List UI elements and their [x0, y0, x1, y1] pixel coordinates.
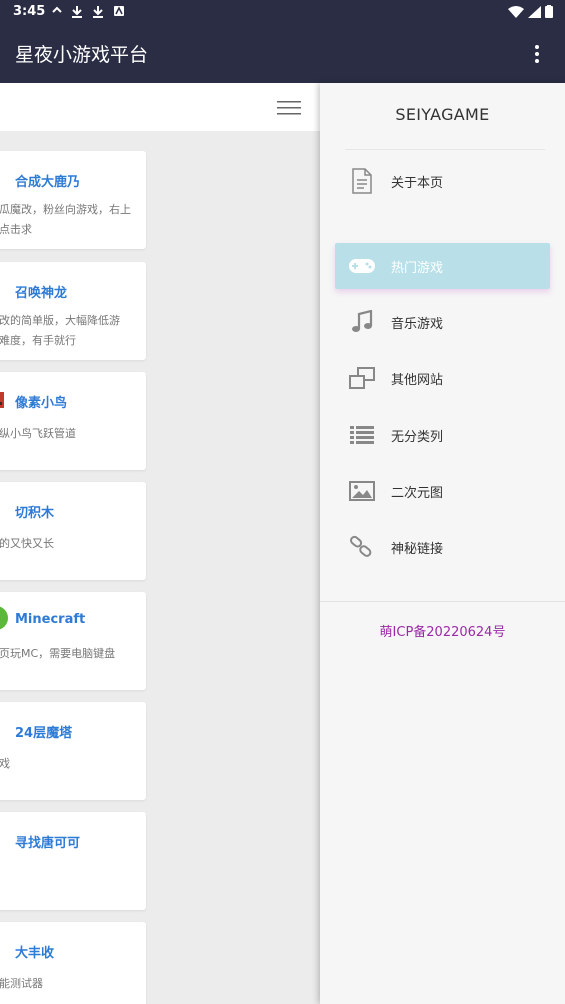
- drawer-item-label: 关于本页: [391, 175, 444, 191]
- game-desc: 性能测试器: [0, 977, 43, 990]
- game-title: 合成大鹿乃: [15, 175, 81, 190]
- game-card[interactable]: 召唤神龙 修改的简单版，大幅降低游 戏难度，有手就行: [0, 262, 146, 360]
- minecraft-icon: [0, 606, 8, 630]
- game-card[interactable]: 合成大鹿乃 西瓜魔改，粉丝向游戏，右上 角点击求: [0, 151, 146, 249]
- more-options-icon[interactable]: [527, 44, 547, 64]
- game-desc: 西瓜魔改，粉丝向游戏，右上 角点击求: [0, 203, 131, 236]
- game-card[interactable]: Minecraft 网页玩MC，需要电脑键盘: [0, 592, 146, 690]
- status-time: 3:45: [13, 4, 46, 19]
- download-icon: [93, 6, 103, 18]
- game-list: 合成大鹿乃 西瓜魔改，粉丝向游戏，右上 角点击求 召唤神龙 修改的简单版，大幅降…: [0, 83, 320, 1004]
- drawer-item-label: 无分类列: [391, 429, 444, 445]
- wifi-icon: [508, 5, 524, 18]
- app-title: 星夜小游戏平台: [15, 44, 149, 66]
- game-title: 寻找唐可可: [15, 836, 81, 851]
- navigation-drawer: SEIYAGAME 关于本页 热门游戏 音乐游戏 其他网站 无分类列 二次元图 …: [320, 83, 565, 1004]
- game-desc: 游戏: [0, 757, 10, 770]
- drawer-item-label: 热门游戏: [391, 260, 444, 276]
- game-title: 切积木: [15, 506, 55, 521]
- pixel-bird-icon: [0, 392, 4, 408]
- list-icon: [348, 421, 376, 449]
- game-desc: 网页玩MC，需要电脑键盘: [0, 647, 116, 660]
- game-card[interactable]: 24层魔塔 游戏: [0, 702, 146, 800]
- game-title: 像素小鸟: [15, 396, 68, 411]
- game-title: 大丰收: [15, 946, 55, 961]
- game-desc: 修改的简单版，大幅降低游 戏难度，有手就行: [0, 314, 120, 347]
- notification-arrow-icon: [52, 6, 62, 13]
- game-desc: 操纵小鸟飞跃管道: [0, 427, 76, 440]
- game-title: 召唤神龙: [15, 286, 68, 301]
- game-card[interactable]: 寻找唐可可: [0, 812, 146, 910]
- image-icon: [348, 477, 376, 505]
- drawer-title: SEIYAGAME: [395, 105, 490, 124]
- app-bar: 星夜小游戏平台: [0, 24, 565, 83]
- drawer-item-other-sites[interactable]: 其他网站: [335, 355, 550, 401]
- game-desc: 切的又快又长: [0, 537, 54, 550]
- top-strip: [0, 83, 320, 131]
- drawer-item-label: 二次元图: [391, 485, 444, 501]
- icp-footer-link[interactable]: 萌ICP备20220624号: [320, 621, 565, 640]
- windows-icon: [348, 364, 376, 392]
- app-notification-icon: [114, 6, 124, 16]
- status-notification-icons: [52, 5, 125, 18]
- gamepad-icon: [348, 252, 376, 280]
- game-title: 24层魔塔: [15, 726, 73, 741]
- game-card[interactable]: 切积木 切的又快又长: [0, 482, 146, 580]
- music-note-icon: [348, 308, 376, 336]
- drawer-item-label: 神秘链接: [391, 541, 444, 557]
- battery-icon: [545, 5, 553, 18]
- divider: [345, 149, 545, 150]
- drawer-item-label: 音乐游戏: [391, 316, 444, 332]
- menu-icon[interactable]: [277, 99, 302, 117]
- status-bar: 3:45: [0, 0, 565, 24]
- game-card[interactable]: 大丰收 性能测试器: [0, 922, 146, 1004]
- drawer-item-about[interactable]: 关于本页: [335, 158, 550, 204]
- document-icon: [348, 167, 376, 195]
- drawer-item-mystery-links[interactable]: 神秘链接: [335, 524, 550, 570]
- game-card[interactable]: 像素小鸟 操纵小鸟飞跃管道: [0, 372, 146, 470]
- drawer-item-uncategorized[interactable]: 无分类列: [335, 412, 550, 458]
- link-icon: [348, 533, 376, 561]
- divider: [320, 601, 565, 602]
- signal-icon: [528, 5, 541, 18]
- download-icon: [72, 6, 82, 18]
- drawer-item-hot-games[interactable]: 热门游戏: [335, 243, 550, 289]
- drawer-item-anime-pics[interactable]: 二次元图: [335, 468, 550, 514]
- game-title: Minecraft: [15, 612, 86, 627]
- drawer-item-label: 其他网站: [391, 372, 444, 388]
- status-system-icons: [508, 5, 553, 18]
- drawer-item-music-games[interactable]: 音乐游戏: [335, 299, 550, 345]
